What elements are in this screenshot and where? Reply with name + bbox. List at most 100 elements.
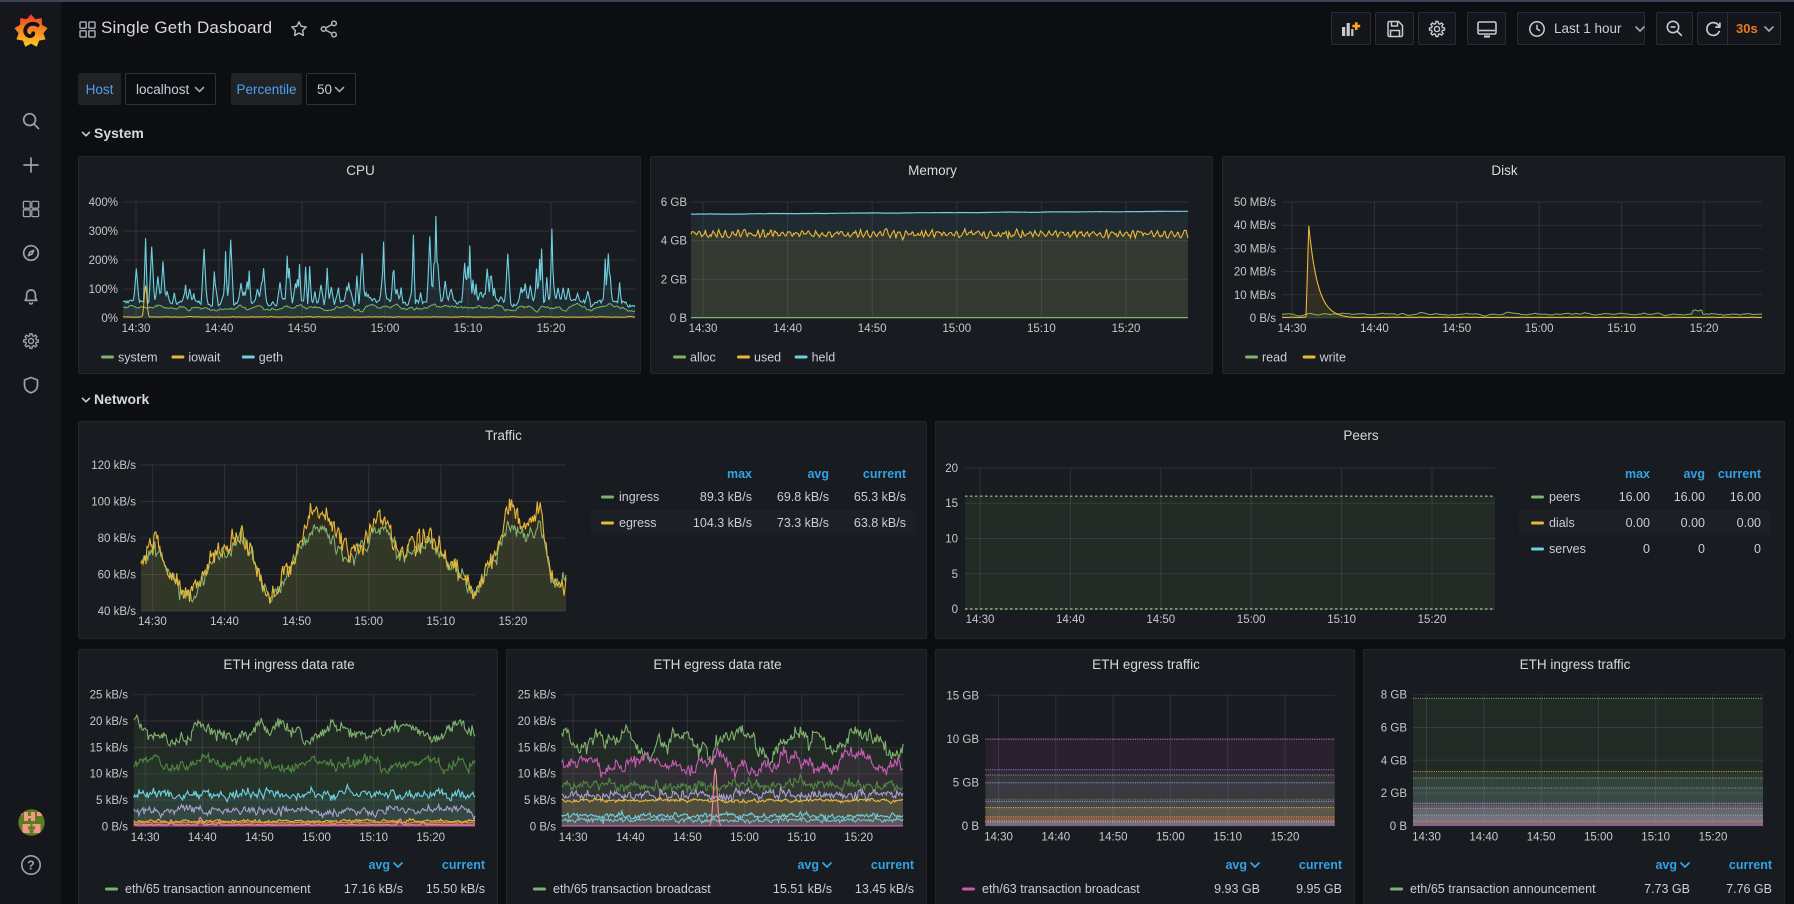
svg-text:400%: 400%	[89, 197, 118, 209]
svg-text:14:30: 14:30	[966, 614, 995, 626]
svg-text:0.00: 0.00	[1681, 516, 1705, 530]
svg-text:0.00: 0.00	[1626, 516, 1650, 530]
svg-text:73.3 kB/s: 73.3 kB/s	[777, 516, 829, 530]
svg-text:14:30: 14:30	[984, 831, 1013, 843]
svg-text:eth/65 transaction announcemen: eth/65 transaction announcement	[1410, 882, 1596, 896]
svg-text:held: held	[812, 351, 836, 365]
svg-text:Disk: Disk	[1491, 163, 1517, 178]
svg-text:14:30: 14:30	[559, 832, 588, 844]
svg-text:eth/65 transaction announcemen: eth/65 transaction announcement	[125, 882, 311, 896]
svg-text:15 kB/s: 15 kB/s	[90, 742, 129, 754]
svg-text:20 kB/s: 20 kB/s	[518, 716, 557, 728]
svg-text:10 MB/s: 10 MB/s	[1234, 290, 1276, 302]
svg-text:avg: avg	[1655, 858, 1677, 872]
svg-text:15:10: 15:10	[1327, 614, 1356, 626]
svg-text:CPU: CPU	[346, 163, 375, 178]
svg-text:10 GB: 10 GB	[946, 734, 979, 746]
svg-text:20: 20	[945, 463, 958, 475]
svg-text:15:10: 15:10	[787, 832, 816, 844]
svg-text:avg: avg	[807, 467, 829, 481]
svg-text:0 B: 0 B	[962, 821, 980, 833]
svg-text:egress: egress	[619, 516, 657, 530]
svg-text:14:40: 14:40	[616, 832, 645, 844]
svg-text:15:00: 15:00	[942, 323, 971, 335]
svg-text:0 B/s: 0 B/s	[1250, 313, 1276, 325]
svg-text:14:40: 14:40	[1360, 323, 1389, 335]
svg-text:10 kB/s: 10 kB/s	[518, 769, 557, 781]
svg-text:eth/63 transaction broadcast: eth/63 transaction broadcast	[982, 882, 1140, 896]
svg-text:15:10: 15:10	[1213, 831, 1242, 843]
svg-text:ingress: ingress	[619, 490, 659, 504]
svg-text:14:50: 14:50	[1099, 831, 1128, 843]
svg-text:15:10: 15:10	[1607, 323, 1636, 335]
svg-text:14:50: 14:50	[282, 616, 311, 628]
svg-text:6 GB: 6 GB	[661, 197, 688, 209]
svg-text:avg: avg	[368, 858, 390, 872]
svg-text:15:10: 15:10	[454, 323, 483, 335]
svg-text:80 kB/s: 80 kB/s	[98, 533, 137, 545]
svg-text:15:10: 15:10	[426, 616, 455, 628]
svg-text:100 kB/s: 100 kB/s	[91, 497, 136, 509]
svg-text:15:10: 15:10	[1641, 831, 1670, 843]
svg-text:14:40: 14:40	[1041, 831, 1070, 843]
svg-text:20 kB/s: 20 kB/s	[90, 716, 129, 728]
svg-text:eth/65 transaction broadcast: eth/65 transaction broadcast	[553, 882, 711, 896]
svg-text:?: ?	[27, 859, 35, 873]
svg-text:peers: peers	[1549, 490, 1580, 504]
svg-text:14:30: 14:30	[122, 323, 151, 335]
svg-text:15:00: 15:00	[730, 832, 759, 844]
svg-text:current: current	[871, 858, 915, 872]
svg-text:25 kB/s: 25 kB/s	[90, 690, 129, 702]
svg-text:14:50: 14:50	[1442, 323, 1471, 335]
svg-text:200%: 200%	[89, 255, 118, 267]
svg-text:15 GB: 15 GB	[946, 690, 979, 702]
svg-text:0: 0	[1698, 542, 1705, 556]
svg-text:25 kB/s: 25 kB/s	[518, 690, 557, 702]
svg-text:16.00: 16.00	[1730, 490, 1761, 504]
svg-text:14:30: 14:30	[689, 323, 718, 335]
svg-text:dials: dials	[1549, 516, 1575, 530]
svg-text:9.93 GB: 9.93 GB	[1214, 882, 1260, 896]
svg-text:geth: geth	[259, 351, 283, 365]
svg-text:system: system	[118, 351, 158, 365]
svg-text:30 MB/s: 30 MB/s	[1234, 243, 1276, 255]
svg-text:10 kB/s: 10 kB/s	[90, 769, 129, 781]
svg-text:0%: 0%	[101, 313, 118, 325]
svg-text:write: write	[1319, 351, 1346, 365]
svg-text:ETH ingress traffic: ETH ingress traffic	[1520, 657, 1631, 672]
svg-text:15 kB/s: 15 kB/s	[518, 742, 557, 754]
svg-text:used: used	[754, 351, 781, 365]
svg-text:9.95 GB: 9.95 GB	[1296, 882, 1342, 896]
svg-text:ETH egress data rate: ETH egress data rate	[653, 657, 781, 672]
svg-text:Memory: Memory	[908, 163, 957, 178]
svg-text:50 MB/s: 50 MB/s	[1234, 197, 1276, 209]
svg-text:15:00: 15:00	[1156, 831, 1185, 843]
svg-text:5 GB: 5 GB	[953, 777, 980, 789]
svg-text:2 GB: 2 GB	[661, 274, 688, 286]
svg-text:current: current	[442, 858, 486, 872]
svg-text:15: 15	[945, 498, 958, 510]
svg-text:15:10: 15:10	[359, 832, 388, 844]
svg-text:7.76 GB: 7.76 GB	[1726, 882, 1772, 896]
svg-text:14:50: 14:50	[245, 832, 274, 844]
svg-text:ETH ingress data rate: ETH ingress data rate	[223, 657, 354, 672]
svg-text:14:40: 14:40	[210, 616, 239, 628]
svg-text:120 kB/s: 120 kB/s	[91, 460, 136, 472]
svg-text:5 kB/s: 5 kB/s	[524, 795, 556, 807]
svg-text:15:20: 15:20	[844, 832, 873, 844]
svg-text:16.00: 16.00	[1674, 490, 1705, 504]
svg-text:14:30: 14:30	[131, 832, 160, 844]
svg-text:63.8 kB/s: 63.8 kB/s	[854, 516, 906, 530]
svg-text:0 B/s: 0 B/s	[530, 821, 556, 833]
svg-text:0 B: 0 B	[1390, 821, 1408, 833]
svg-text:iowait: iowait	[188, 351, 220, 365]
svg-text:300%: 300%	[89, 226, 118, 238]
svg-text:Traffic: Traffic	[485, 428, 522, 443]
svg-text:15:00: 15:00	[302, 832, 331, 844]
svg-text:15.50 kB/s: 15.50 kB/s	[426, 882, 485, 896]
svg-text:serves: serves	[1549, 542, 1586, 556]
svg-text:14:30: 14:30	[1412, 831, 1441, 843]
svg-text:15:20: 15:20	[1699, 831, 1728, 843]
svg-text:read: read	[1262, 351, 1287, 365]
svg-text:14:50: 14:50	[1146, 614, 1175, 626]
